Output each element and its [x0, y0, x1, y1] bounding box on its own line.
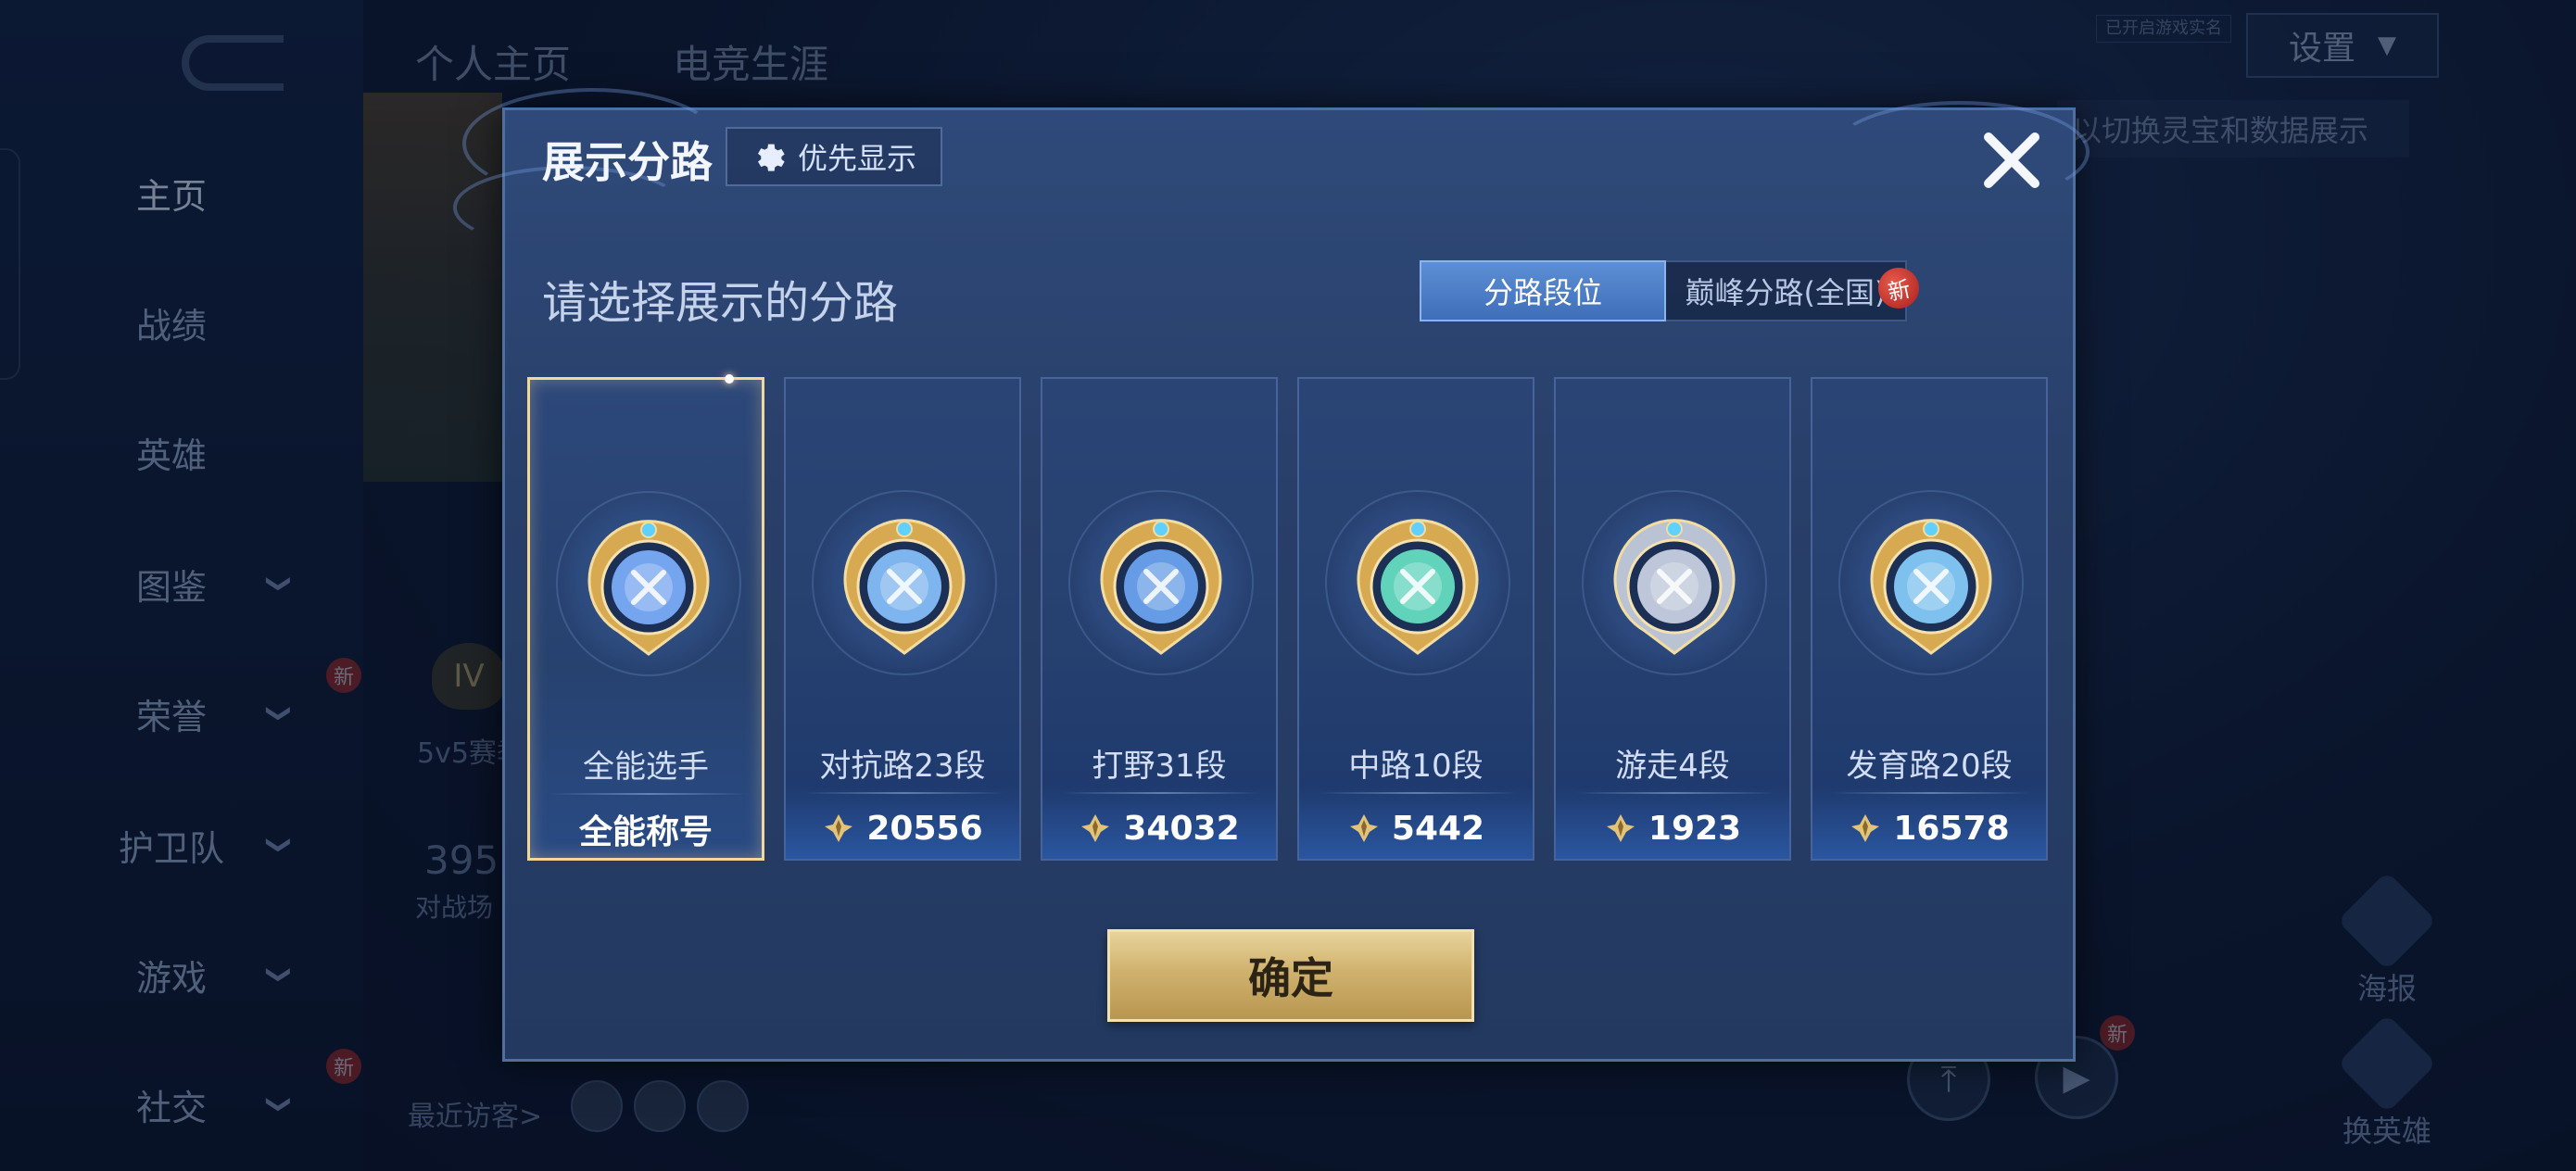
lane-score-value: 34032: [1123, 809, 1240, 848]
lane-card[interactable]: 全能选手 全能称号: [527, 374, 764, 861]
jungle-emblem-icon: [1100, 519, 1222, 655]
lane-name: 发育路20段: [1846, 748, 2013, 785]
lane-card[interactable]: 发育路20段 16578: [1811, 377, 2048, 861]
mid-lane-emblem-icon: [1357, 519, 1479, 655]
lane-score: 1923: [1556, 805, 1789, 851]
tab-peak-lane-national[interactable]: 巅峰分路(全国): [1666, 260, 1907, 321]
divider: [1318, 792, 1518, 794]
lane-score-value: 全能称号: [578, 813, 713, 851]
divider: [549, 793, 749, 795]
divider: [1061, 792, 1261, 794]
lane-score: 20556: [786, 805, 1019, 851]
rank-points-icon: [1349, 814, 1378, 842]
selection-spark: [725, 374, 734, 384]
close-icon: [1984, 132, 2039, 188]
lane-name: 中路10段: [1348, 748, 1484, 785]
confirm-button[interactable]: 确定: [1107, 929, 1474, 1022]
lane-score: 34032: [1042, 805, 1276, 851]
rank-points-icon: [1851, 814, 1880, 842]
lane-display-modal: 展示分路 优先显示 请选择展示的分路 分路段位 巅峰分路(全国) 新 全能选手全…: [453, 88, 2090, 1062]
lane-score-value: 5442: [1391, 809, 1485, 848]
lane-card[interactable]: 中路10段 5442: [1297, 377, 1534, 861]
modal-subtitle: 请选择展示的分路: [542, 277, 899, 329]
priority-display-button[interactable]: 优先显示: [726, 127, 942, 186]
clash-lane-emblem-icon: [843, 519, 966, 655]
rank-points-icon: [1606, 814, 1635, 842]
divider: [1831, 792, 2031, 794]
lane-card[interactable]: 对抗路23段 20556: [784, 377, 1021, 861]
decorative-swirl: [1830, 101, 2090, 203]
lane-name: 对抗路23段: [819, 748, 986, 785]
lane-score: 16578: [1812, 805, 2046, 851]
tab-lane-rank[interactable]: 分路段位: [1420, 260, 1666, 321]
divider: [804, 792, 1004, 794]
lane-name: 游走4段: [1615, 748, 1730, 785]
rank-points-icon: [1081, 814, 1110, 842]
gear-icon: [757, 144, 785, 171]
lane-score: 全能称号: [530, 806, 762, 852]
roam-emblem-icon: [1613, 519, 1736, 655]
lane-score: 5442: [1299, 805, 1533, 851]
divider: [1574, 792, 1774, 794]
close-button[interactable]: [1975, 123, 2049, 197]
lane-score-value: 16578: [1893, 809, 2010, 848]
priority-display-label: 优先显示: [797, 141, 916, 176]
all-round-emblem-icon: [587, 520, 710, 656]
modal-title: 展示分路: [542, 137, 713, 187]
farm-lane-emblem-icon: [1870, 519, 1992, 655]
lane-name: 全能选手: [583, 749, 709, 786]
lane-card[interactable]: 游走4段 1923: [1554, 377, 1791, 861]
lane-score-value: 20556: [866, 809, 983, 848]
lane-name: 打野31段: [1092, 748, 1227, 785]
lane-score-value: 1923: [1648, 809, 1742, 848]
lane-card[interactable]: 打野31段 34032: [1041, 377, 1278, 861]
rank-points-icon: [825, 814, 853, 842]
